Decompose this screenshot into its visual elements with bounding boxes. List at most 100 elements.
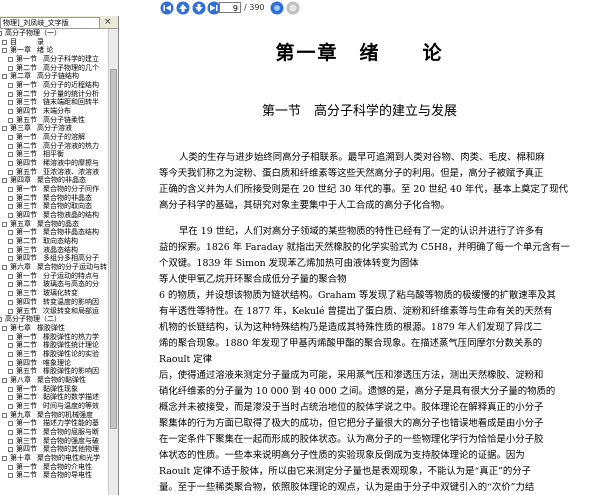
bookmark-item[interactable]: 第四章 聚合物的非晶态 (0, 176, 108, 185)
bookmark-label: 分子量的统计分析 (43, 89, 99, 98)
bookmark-item[interactable]: 第四节 转变温度的影响因 (0, 298, 108, 307)
bookmark-label: 转变温度的影响因 (43, 297, 99, 306)
bookmark-number: 第二节 (16, 471, 37, 480)
bookmark-icon (2, 48, 7, 54)
bookmark-item[interactable]: 第四节 唯象理论 (0, 359, 108, 368)
go-to-page-icon[interactable] (270, 1, 284, 15)
bookmark-label: 取向态结构 (43, 237, 78, 246)
first-page-icon[interactable] (160, 1, 174, 15)
sidebar-scrollbar[interactable] (108, 29, 118, 495)
bookmark-icon (8, 291, 13, 297)
page-up-icon[interactable] (176, 1, 190, 15)
bookmark-icon (8, 256, 13, 262)
bookmark-label: 次级转变和局部运 (43, 306, 99, 315)
bookmark-item[interactable]: 第一节 黏弹性现象 (0, 385, 108, 394)
bookmark-label: 录 (37, 37, 44, 46)
bookmark-label: 相平衡 (43, 150, 64, 159)
bookmark-item[interactable]: 第一节 高分子的溶解 (0, 133, 108, 142)
bookmark-label: 聚合物的分子间作 (43, 185, 99, 194)
bookmark-number: 第七章 (10, 323, 31, 332)
sidebar-tab[interactable]: 物理]_刘凤岐_文字版 (0, 17, 100, 28)
bookmark-label: 高分子溶液的热力 (43, 141, 99, 150)
paragraph-line: 6 的物质，并设想该物质为链状结构。Graham 等发现了粘乌酸等物质的极缓慢的… (159, 290, 556, 301)
bookmark-icon (8, 369, 13, 375)
bookmark-item[interactable]: 第二节 聚合物的导电性 (0, 471, 108, 480)
bookmark-number: 第二章 (10, 72, 31, 81)
bookmark-item[interactable]: 第一节 聚合物的分子间作 (0, 185, 108, 194)
bookmark-item[interactable]: 第二节 玻璃态与高态的分 (0, 280, 108, 289)
bookmark-item[interactable]: 第三节 玻璃化转变 (0, 289, 108, 298)
bookmark-item[interactable]: 第一节 描述力学性能的基 (0, 419, 108, 428)
paragraph-line: 在一定条件下聚集在一起而形成的胶体状态。认为高分子的一些物理化学行为恰恰是小分子… (159, 434, 544, 445)
bookmark-item[interactable]: 第四节 聚合物的其他物理 (0, 445, 108, 454)
bookmark-item[interactable]: 第八章 聚合物的黏弹性 (0, 376, 108, 385)
bookmark-number: 第一节 (16, 81, 37, 90)
bookmark-item[interactable]: 第一章绪 论 (0, 46, 108, 55)
bookmark-item[interactable]: 第三节 聚合物的强度与破 (0, 437, 108, 446)
bookmark-icon (8, 239, 13, 245)
bookmark-icon (8, 334, 13, 340)
bookmark-item[interactable]: 第三章 高分子溶液 (0, 124, 108, 133)
bookmark-item[interactable]: 高分子物理（一） (0, 29, 108, 38)
bookmark-number: 第二节 (16, 427, 37, 436)
page-number-input[interactable]: 9 (219, 2, 241, 13)
paragraph-line: 量。至于一些稀类聚合物，依照胶体理论的观点，认为是由于分子中双键引入的“次价”力… (159, 482, 535, 493)
bookmark-number: 第二节 (16, 393, 37, 402)
bookmark-label: 聚合物的电性和光学 (37, 453, 100, 462)
paragraph-line: 硝化纤维素的分子量为 10 000 到 40 000 之间。遗憾的是，高分子是具… (159, 386, 556, 397)
bookmark-item[interactable]: 第四节 聚合物液晶的结构 (0, 211, 108, 220)
bookmark-item[interactable]: 第四节 多组分多相高分子 (0, 254, 108, 263)
bookmark-label: 唯象理论 (43, 358, 71, 367)
bookmark-icon (8, 204, 13, 210)
bookmark-icon (0, 317, 2, 323)
bookmark-number: 第四节 (16, 297, 37, 306)
bookmark-item[interactable]: 第一节 聚合物的介电性 (0, 463, 108, 472)
bookmark-item[interactable]: 第五节 橡胶弹性的影响因 (0, 367, 108, 376)
bookmark-icon (8, 109, 13, 115)
bookmark-number: 第六章 (10, 263, 31, 272)
bookmark-icon (8, 161, 13, 167)
bookmark-item[interactable]: 第一节 聚合物非晶态结构 (0, 228, 108, 237)
bookmark-item[interactable]: 第三节 链末端距和回转半 (0, 98, 108, 107)
bookmark-item[interactable]: 第九章 聚合物的机械强度 (0, 411, 108, 420)
paragraph-line: 个双键。1839 年 Simon 发现苯乙烯加热可由液体转变为固体 (159, 258, 419, 269)
bookmark-item[interactable]: 第三节 时间与温度的等效 (0, 402, 108, 411)
bookmark-item[interactable]: 第四节 末端分布 (0, 107, 108, 116)
bookmark-icon (8, 386, 13, 392)
bookmark-item[interactable]: 第七章 橡胶弹性 (0, 324, 108, 333)
bookmark-item[interactable]: 第二章 高分子链结构 (0, 72, 108, 81)
bookmark-item[interactable]: 高分子物理（二） (0, 315, 108, 324)
bookmark-item[interactable]: 第五节 次级转变和局部运 (0, 307, 108, 316)
close-icon[interactable]: × (104, 16, 112, 28)
bookmark-item[interactable]: 第二节 聚合物的屈服与断 (0, 428, 108, 437)
bookmark-icon (8, 247, 13, 253)
bookmark-icon (8, 282, 13, 288)
bookmark-item[interactable]: 第二节 黏弹性的数学描述 (0, 393, 108, 402)
bookmark-label: 聚合物的机械强度 (37, 410, 93, 419)
bookmark-item[interactable]: 第三节 橡胶弹性论的实验 (0, 350, 108, 359)
bookmark-label: 聚合物的取向态 (43, 202, 92, 211)
bookmark-item[interactable]: 第二节 橡胶弹性统计理论 (0, 341, 108, 350)
bookmark-item[interactable]: 第三节 聚合物的取向态 (0, 202, 108, 211)
bookmark-label: 液晶态结构 (43, 245, 78, 254)
scrollbar-thumb[interactable] (110, 69, 117, 429)
bookmark-item[interactable]: 第四节 稀溶液中的摩擦与 (0, 159, 108, 168)
bookmark-icon (8, 464, 13, 470)
bookmark-item[interactable]: 第一节 高分子的近程结构 (0, 81, 108, 90)
bookmark-item[interactable]: 第一节 橡胶弹性的热力学 (0, 333, 108, 342)
bookmark-number: 第三节 (16, 401, 37, 410)
bookmark-number: 第三节 (16, 150, 37, 159)
bookmark-item[interactable]: 第三节 相平衡 (0, 150, 108, 159)
bookmark-item[interactable]: 第一节 高分子科学的建立 (0, 55, 108, 64)
bookmark-item[interactable]: 第六章 聚合物的分子运动与转 (0, 263, 108, 272)
bookmark-number: 第三章 (10, 124, 31, 133)
stop-icon[interactable] (286, 1, 300, 15)
bookmark-icon (8, 169, 13, 175)
bookmark-item[interactable]: 第二节 取向态结构 (0, 237, 108, 246)
bookmark-label: 玻璃化转变 (43, 289, 78, 298)
bookmark-label: 聚合物的导电性 (43, 471, 92, 480)
bookmark-label: 高分子物理的几个 (43, 63, 99, 72)
bookmark-item[interactable]: 第十章 聚合物的电性和光学 (0, 454, 108, 463)
page-total-label: / 390 (244, 3, 265, 12)
page-down-icon[interactable] (192, 1, 206, 15)
